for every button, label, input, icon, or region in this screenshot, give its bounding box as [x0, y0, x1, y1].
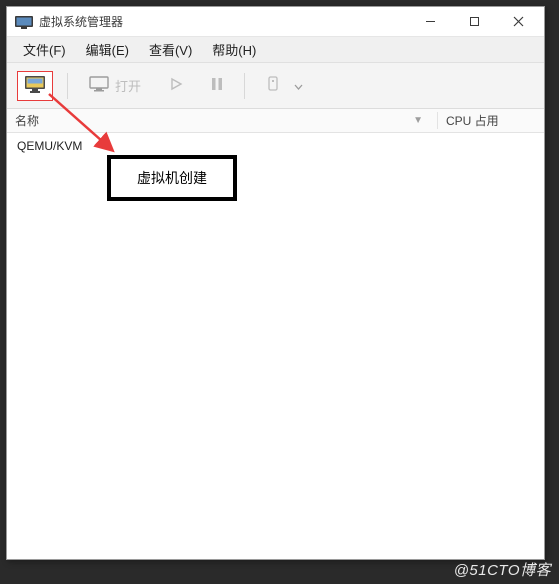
run-button[interactable]	[162, 71, 190, 101]
column-cpu[interactable]: CPU 占用	[438, 112, 544, 129]
vm-list: QEMU/KVM 虚拟机创建	[7, 133, 544, 559]
connection-name: QEMU/KVM	[17, 139, 82, 153]
menu-help[interactable]: 帮助(H)	[202, 37, 266, 62]
watermark: @51CTO博客	[454, 559, 551, 580]
app-window: 虚拟系统管理器 文件(F) 编辑(E) 查看(V) 帮助(H)	[6, 6, 545, 560]
menubar: 文件(F) 编辑(E) 查看(V) 帮助(H)	[7, 37, 544, 63]
play-icon	[169, 77, 183, 94]
column-name-label: 名称	[15, 112, 39, 129]
minimize-button[interactable]	[408, 7, 452, 36]
close-icon	[513, 14, 524, 30]
close-button[interactable]	[496, 7, 540, 36]
menu-view[interactable]: 查看(V)	[139, 37, 202, 62]
window-title: 虚拟系统管理器	[39, 13, 123, 30]
column-name[interactable]: 名称 ▼	[7, 112, 438, 129]
pause-button[interactable]	[204, 71, 230, 101]
maximize-button[interactable]	[452, 7, 496, 36]
app-icon	[15, 15, 33, 29]
menu-file[interactable]: 文件(F)	[13, 37, 76, 62]
toolbar: 打开	[7, 63, 544, 109]
monitor-new-icon	[24, 75, 46, 96]
menu-edit[interactable]: 编辑(E)	[76, 37, 139, 62]
annotation-callout: 虚拟机创建	[107, 155, 237, 201]
new-vm-button[interactable]	[17, 71, 53, 101]
list-item[interactable]: QEMU/KVM	[7, 133, 544, 159]
pause-icon	[211, 77, 223, 94]
monitor-icon	[89, 76, 109, 95]
sort-indicator-icon: ▼	[413, 115, 423, 126]
minimize-icon	[425, 14, 436, 30]
shutdown-icon	[266, 75, 280, 96]
toolbar-separator-1	[67, 73, 68, 99]
chevron-down-icon	[294, 78, 303, 93]
shutdown-button[interactable]	[259, 71, 310, 101]
open-label: 打开	[115, 76, 141, 95]
maximize-icon	[469, 14, 480, 30]
column-cpu-label: CPU 占用	[446, 114, 499, 128]
titlebar: 虚拟系统管理器	[7, 7, 544, 37]
list-header: 名称 ▼ CPU 占用	[7, 109, 544, 133]
annotation-text: 虚拟机创建	[137, 168, 207, 188]
open-button[interactable]: 打开	[82, 71, 148, 101]
toolbar-separator-2	[244, 73, 245, 99]
